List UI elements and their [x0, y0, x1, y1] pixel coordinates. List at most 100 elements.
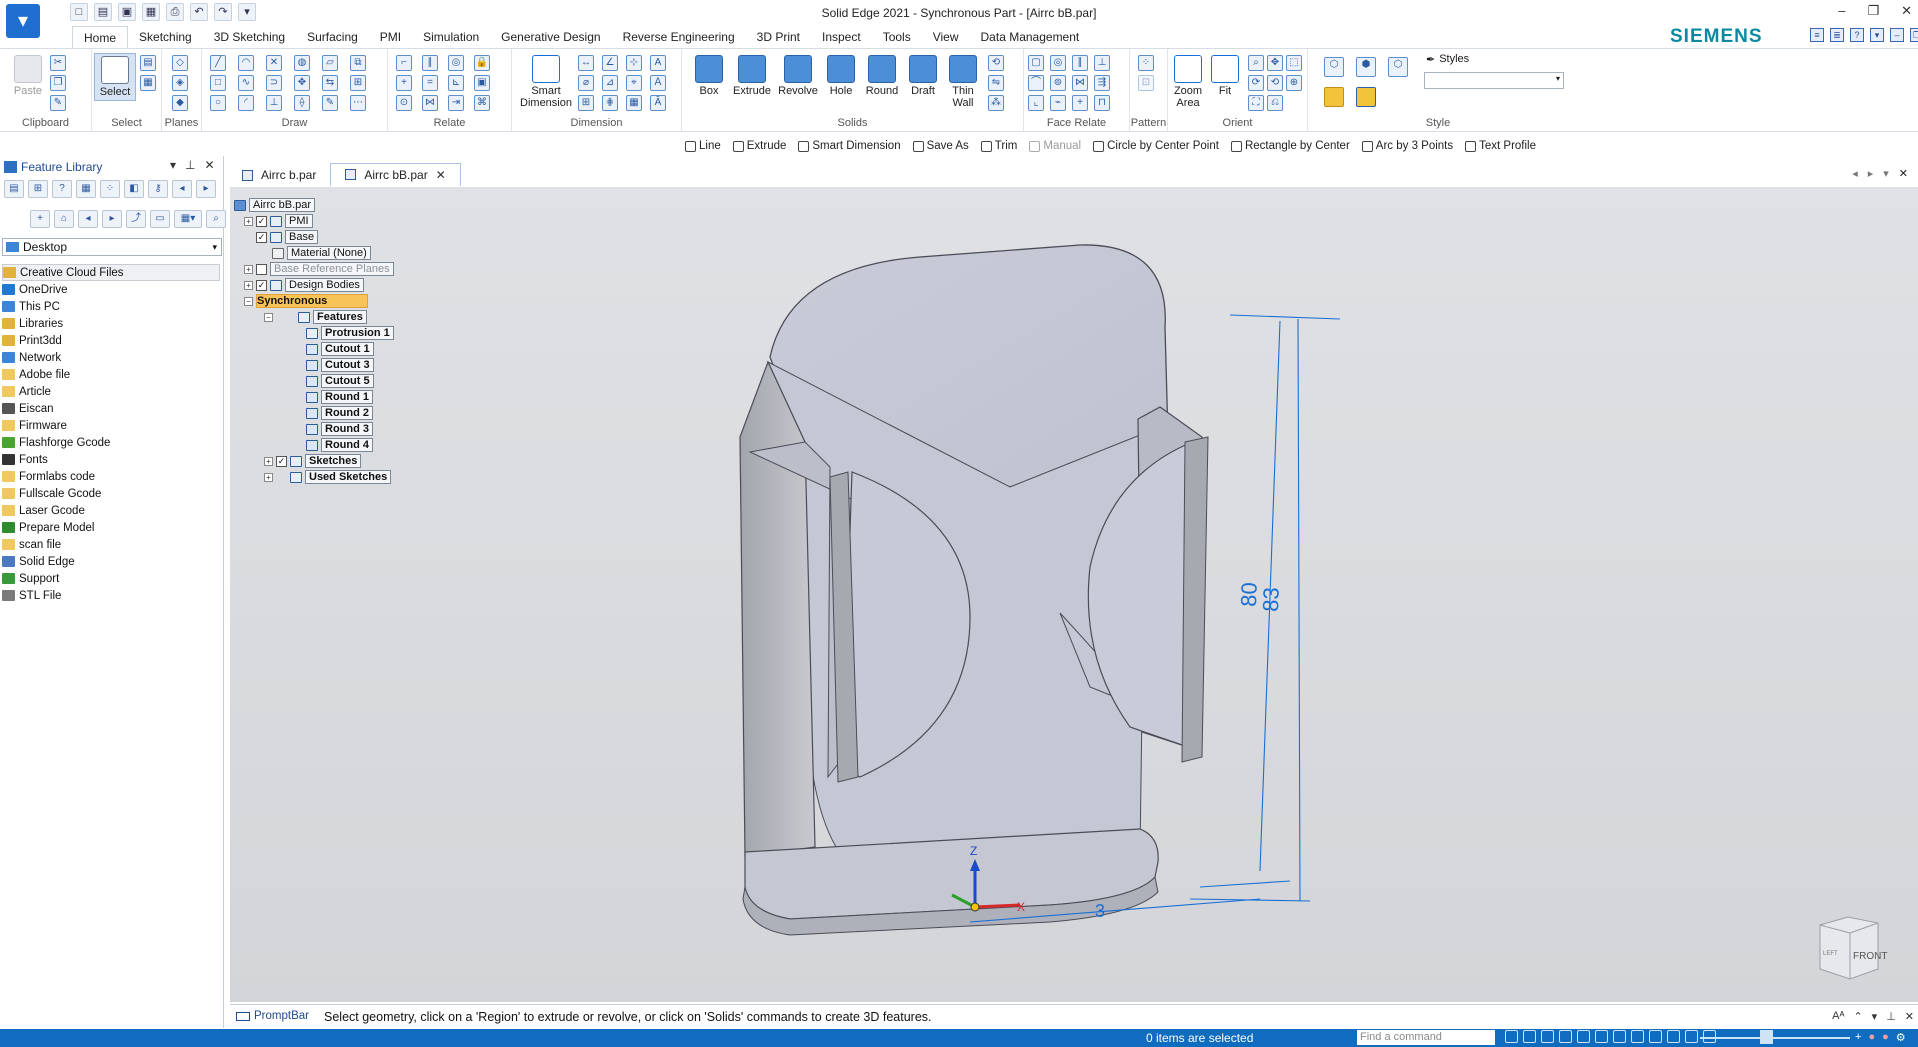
dimension-style-icon[interactable]: ⊞ — [578, 95, 594, 111]
document-tab-airrc-b-par[interactable]: Airrc b.par — [228, 163, 330, 187]
expand-prompt-icon[interactable]: ⌃ — [1853, 1010, 1862, 1023]
trim-draw-icon[interactable]: ✕ — [266, 55, 282, 71]
section-icon[interactable] — [1685, 1030, 1698, 1043]
tab-pmi[interactable]: PMI — [369, 26, 412, 48]
select-mode-icon[interactable]: ▦ — [140, 75, 156, 91]
graphics-viewport[interactable]: 80 83 3 Z X FRONT LEFT — [230, 187, 1918, 1002]
pan-icon[interactable] — [1577, 1030, 1590, 1043]
tab-close-icon[interactable]: ✕ — [436, 163, 446, 187]
named-views-icon[interactable]: ⛶ — [1248, 95, 1264, 111]
split-icon[interactable]: ⊥ — [266, 95, 282, 111]
tree-used-sketches[interactable]: + Used Sketches — [264, 470, 392, 484]
pen-icon[interactable]: ✎ — [322, 95, 338, 111]
cmd-circle-by-center-point[interactable]: Circle by Center Point — [1088, 136, 1224, 156]
fill-icon[interactable]: ◍ — [294, 55, 310, 71]
expand-icon[interactable]: + — [244, 280, 253, 290]
draft-button[interactable]: Draft — [904, 55, 942, 97]
horizontal-vertical-icon[interactable]: + — [396, 75, 412, 91]
prompt-menu-icon[interactable]: ▾ — [1872, 1010, 1878, 1023]
tree-sketches[interactable]: + ✓ Sketches — [264, 454, 362, 468]
tab-data-management[interactable]: Data Management — [970, 26, 1091, 48]
tab-prev-icon[interactable]: ◂ — [1852, 167, 1858, 180]
coordinate-dimension-icon[interactable]: ⊹ — [626, 55, 642, 71]
zoom-slider[interactable] — [1700, 1037, 1850, 1039]
previous-view-icon[interactable]: ⎌ — [1267, 95, 1283, 111]
folder-scan-file[interactable]: scan file — [2, 536, 220, 553]
parallel-icon[interactable]: ∥ — [422, 55, 438, 71]
tree-synchronous[interactable]: − Synchronous — [244, 294, 369, 308]
prompt-pin-icon[interactable]: ⊥ — [1886, 1010, 1896, 1023]
restore-icon[interactable]: ❐ — [1867, 3, 1879, 19]
pan-icon[interactable]: ✥ — [1267, 55, 1283, 71]
dimension-axis-icon[interactable]: ⋕ — [602, 95, 618, 111]
tab-generative-design[interactable]: Generative Design — [490, 26, 611, 48]
zoom-area-icon[interactable] — [1541, 1030, 1554, 1043]
folder-onedrive[interactable]: OneDrive — [2, 281, 220, 298]
fit-icon[interactable] — [1559, 1030, 1572, 1043]
pattern-solid-icon[interactable]: ⁂ — [988, 95, 1004, 111]
font-size-icon[interactable]: Aᴬ — [1832, 1010, 1844, 1023]
chamfer-dimension-icon[interactable]: ⊿ — [602, 75, 618, 91]
collinear-icon[interactable]: ⇥ — [448, 95, 464, 111]
expand-icon[interactable]: + — [264, 472, 273, 482]
visible-edges-icon[interactable]: ⬢ — [1356, 57, 1376, 77]
fit-button[interactable]: Fit — [1210, 55, 1240, 97]
home-icon[interactable]: ⌂ — [54, 210, 74, 228]
tab-simulation[interactable]: Simulation — [412, 26, 490, 48]
shaded-edges-icon[interactable] — [1356, 87, 1376, 107]
folder-laser-gcode[interactable]: Laser Gcode — [2, 502, 220, 519]
relationship-handles-icon[interactable]: ⌘ — [474, 95, 490, 111]
expand-icon[interactable]: + — [244, 216, 253, 226]
spin-about-icon[interactable]: ⟲ — [1267, 75, 1283, 91]
base-checkbox[interactable]: ✓ — [256, 231, 267, 243]
format-painter-icon[interactable]: ✎ — [50, 95, 66, 111]
offset-icon[interactable]: ⧉ — [350, 55, 366, 71]
cmd-text-profile[interactable]: Text Profile — [1460, 136, 1541, 156]
folder-adobe-file[interactable]: Adobe file — [2, 366, 220, 383]
tree-feature-round-2[interactable]: Round 2 — [306, 406, 373, 420]
dimension-83-label[interactable]: 83 — [1258, 587, 1284, 612]
shaded-icon[interactable] — [1649, 1030, 1662, 1043]
shaded-edges-icon[interactable] — [1667, 1030, 1680, 1043]
folder-formlabs-code[interactable]: Formlabs code — [2, 468, 220, 485]
tree-features[interactable]: − Features — [264, 310, 367, 324]
tree-pmi[interactable]: + ✓ PMI — [244, 214, 313, 228]
symmetric-diameter-icon[interactable]: ⌀ — [578, 75, 594, 91]
cut-icon[interactable]: ✂ — [50, 55, 66, 71]
wireframe-icon[interactable]: ⬡ — [1324, 57, 1344, 77]
panel-close-icon[interactable]: ✕ — [204, 158, 214, 172]
select-button[interactable]: Select — [94, 53, 136, 101]
layout-alt-icon[interactable]: ≣ — [1830, 28, 1844, 42]
design-bodies-checkbox[interactable]: ✓ — [256, 279, 267, 291]
close-icon[interactable]: ✕ — [1901, 3, 1912, 19]
cmd-line[interactable]: Line — [680, 136, 726, 156]
copy-icon[interactable]: ❐ — [50, 75, 66, 91]
tree-material[interactable]: Material (None) — [272, 246, 371, 260]
select-filter-icon[interactable]: ▤ — [140, 55, 156, 71]
sketches-checkbox[interactable]: ✓ — [276, 455, 287, 467]
tree-feature-cutout-3[interactable]: Cutout 3 — [306, 358, 374, 372]
fillet-icon[interactable]: ◜ — [238, 95, 254, 111]
add-icon[interactable]: + — [30, 210, 50, 228]
extend-icon[interactable]: ⊃ — [266, 75, 282, 91]
revolve-button[interactable]: Revolve — [776, 55, 820, 97]
pattern-icon[interactable]: ⁘ — [1138, 55, 1154, 71]
view-orient-icon[interactable]: ⬚ — [1286, 55, 1302, 71]
rectangle-draw-icon[interactable]: □ — [210, 75, 226, 91]
folder-fullscale-gcode[interactable]: Fullscale Gcode — [2, 485, 220, 502]
tab-3d-print[interactable]: 3D Print — [746, 26, 811, 48]
symmetric-face-icon[interactable]: ⋈ — [1072, 75, 1088, 91]
tree-feature-protrusion-1[interactable]: Protrusion 1 — [306, 326, 394, 340]
plane-angle-icon[interactable]: ◆ — [172, 95, 188, 111]
sketch-view-icon[interactable]: ⊕ — [1286, 75, 1302, 91]
tab-scroll-left-icon[interactable]: ◂ — [172, 180, 192, 198]
tree-design-bodies[interactable]: + ✓ Design Bodies — [244, 278, 364, 292]
tab-surfacing[interactable]: Surfacing — [296, 26, 369, 48]
move-icon[interactable]: ✥ — [294, 75, 310, 91]
tree-feature-round-1[interactable]: Round 1 — [306, 390, 373, 404]
extrude-button[interactable]: Extrude — [730, 55, 774, 97]
hole-button[interactable]: Hole — [824, 55, 858, 97]
ribbon-collapse-icon[interactable]: ▾ — [1870, 28, 1884, 42]
text-format-icon[interactable]: Ᾰ — [650, 95, 666, 111]
lock-icon[interactable]: 🔒 — [474, 55, 490, 71]
